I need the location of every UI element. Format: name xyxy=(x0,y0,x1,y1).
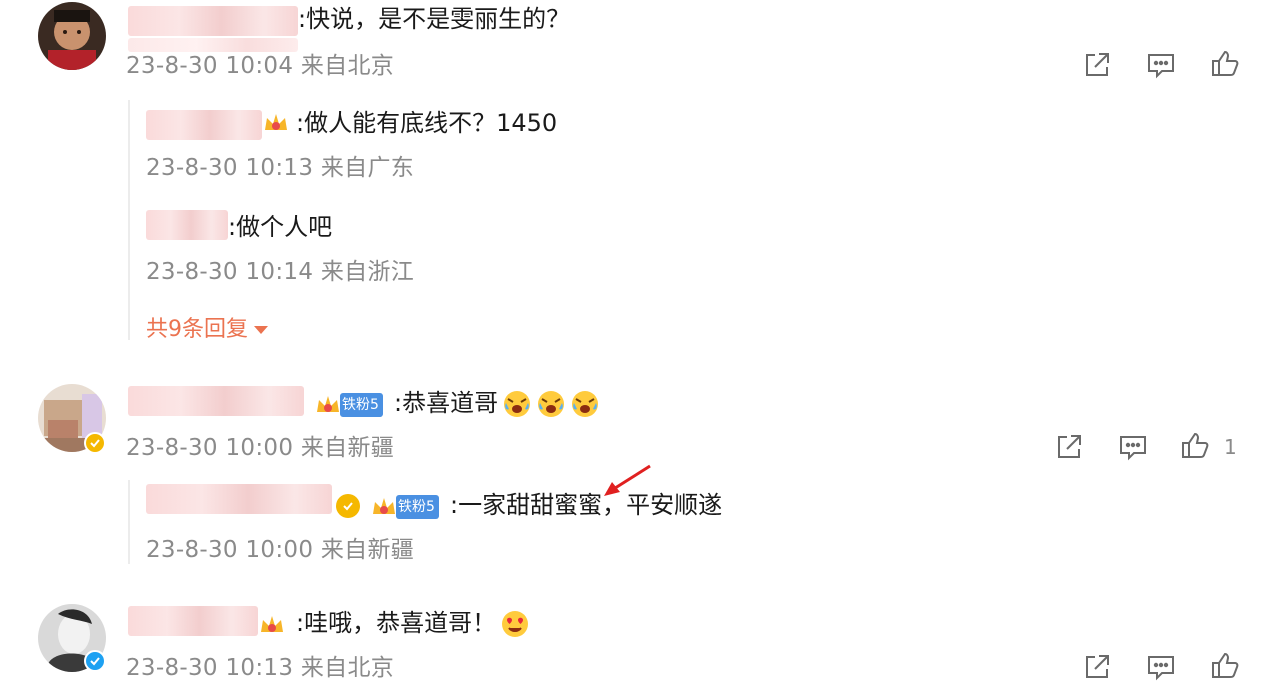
more-replies-link[interactable]: 共9条回复 xyxy=(146,316,268,344)
like-icon[interactable] xyxy=(1180,430,1210,460)
reply-text: :做人能有底线不？1450 xyxy=(296,109,558,137)
like-icon[interactable] xyxy=(1210,650,1240,680)
chevron-down-icon xyxy=(254,326,268,334)
reply-divider xyxy=(128,480,130,564)
verified-icon xyxy=(336,494,360,518)
more-replies-label: 共9条回复 xyxy=(146,317,248,342)
comment-meta: 23-8-30 10:00 来自新疆 xyxy=(126,435,395,461)
reply-divider xyxy=(128,100,130,340)
comment-text-content: :恭喜道哥 xyxy=(394,389,499,417)
reply-meta: 23-8-30 10:00 来自新疆 xyxy=(146,537,415,563)
crown-badge-icon xyxy=(262,110,290,136)
verified-icon xyxy=(84,650,106,672)
crown-badge-icon xyxy=(370,494,398,520)
annotation-arrow-icon xyxy=(604,464,651,496)
emoji-icon xyxy=(570,389,600,419)
like-count: 1 xyxy=(1224,435,1237,459)
comment-icon[interactable] xyxy=(1118,432,1148,462)
share-icon[interactable] xyxy=(1082,652,1112,682)
share-icon[interactable] xyxy=(1054,432,1084,462)
reply-text: :一家甜甜蜜蜜，平安顺遂 xyxy=(450,491,723,519)
verified-icon xyxy=(84,432,106,454)
username-blur-extra xyxy=(128,38,298,52)
reply-username[interactable] xyxy=(146,110,262,140)
comment-text: :哇哦，恭喜道哥！ xyxy=(296,608,530,639)
comment-text-content: :哇哦，恭喜道哥！ xyxy=(296,609,497,637)
emoji-icon xyxy=(536,389,566,419)
comment-meta: 23-8-30 10:13 来自北京 xyxy=(126,655,395,681)
crown-badge-icon xyxy=(258,612,286,638)
username[interactable] xyxy=(128,6,298,36)
avatar[interactable] xyxy=(38,2,106,70)
reply-text: :做个人吧 xyxy=(228,213,333,241)
username[interactable] xyxy=(128,386,304,416)
emoji-icon xyxy=(502,389,532,419)
emoji-icon xyxy=(500,609,530,639)
username[interactable] xyxy=(128,606,258,636)
reply-username[interactable] xyxy=(146,210,228,240)
like-icon[interactable] xyxy=(1210,48,1240,78)
comment-icon[interactable] xyxy=(1146,652,1176,682)
comment-text: :恭喜道哥 xyxy=(394,388,600,419)
share-icon[interactable] xyxy=(1082,50,1112,80)
comment-meta: 23-8-30 10:04 来自北京 xyxy=(126,53,395,79)
reply-username[interactable] xyxy=(146,484,332,514)
reply-meta: 23-8-30 10:14 来自浙江 xyxy=(146,259,415,285)
reply-meta: 23-8-30 10:13 来自广东 xyxy=(146,155,415,181)
crown-badge-icon xyxy=(314,392,342,418)
fan-badge: 铁粉5 xyxy=(396,495,439,519)
comment-icon[interactable] xyxy=(1146,50,1176,80)
fan-badge-label: 铁粉5 xyxy=(398,499,435,515)
fan-badge-label: 铁粉5 xyxy=(342,397,379,413)
fan-badge: 铁粉5 xyxy=(340,393,383,417)
comment-text: :快说，是不是雯丽生的？ xyxy=(298,5,571,33)
